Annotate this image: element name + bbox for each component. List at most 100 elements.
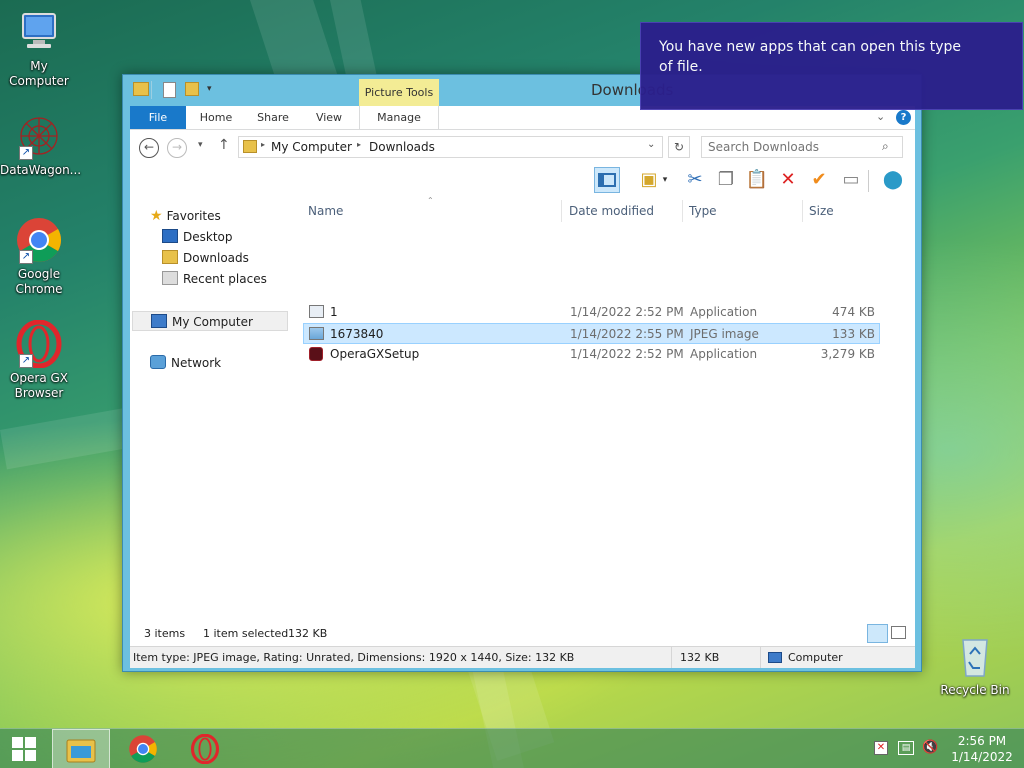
rename-icon[interactable]: ▭ xyxy=(838,167,864,193)
folder-options-dropdown-icon[interactable]: ▾ xyxy=(658,167,672,193)
volume-muted-icon[interactable]: 🔇 xyxy=(922,740,938,755)
tab-view[interactable]: View xyxy=(300,106,358,129)
file-row[interactable]: OperaGXSetup 1/14/2022 2:52 PM Applicati… xyxy=(304,344,879,365)
column-header-type[interactable]: Type xyxy=(685,200,803,222)
network-status-icon[interactable]: ▤ xyxy=(898,741,914,755)
nav-recent-places[interactable]: Recent places xyxy=(162,269,267,289)
paste-icon[interactable]: 📋 xyxy=(744,167,770,193)
desktop-icon-label: Recycle Bin xyxy=(940,683,1010,697)
clock[interactable]: 2:56 PM 1/14/2022 xyxy=(950,733,1014,765)
breadcrumb-separator-icon: ▸ xyxy=(261,140,266,149)
column-header-name[interactable]: Name xyxy=(304,200,562,222)
breadcrumb-separator-icon: ▸ xyxy=(357,140,362,149)
shortcut-arrow-icon: ↗ xyxy=(19,354,33,368)
new-apps-notification[interactable]: You have new apps that can open this typ… xyxy=(640,22,1023,110)
details-view-icon[interactable] xyxy=(867,624,888,643)
recent-locations-icon[interactable]: ▾ xyxy=(198,140,203,150)
file-explorer-icon xyxy=(66,739,96,763)
file-row[interactable]: 1673840 1/14/2022 2:55 PM JPEG image 133… xyxy=(303,323,880,344)
application-icon xyxy=(309,305,324,318)
copy-icon[interactable]: ❐ xyxy=(713,167,739,193)
desktop-icon-recycle-bin[interactable]: Recycle Bin xyxy=(936,632,1014,698)
computer-icon xyxy=(151,314,167,328)
desktop-folder-icon xyxy=(162,229,178,243)
large-icons-view-icon[interactable] xyxy=(891,626,906,639)
nav-downloads[interactable]: Downloads xyxy=(162,248,249,268)
datawagon-icon: ↗ xyxy=(15,112,63,160)
tab-file[interactable]: File xyxy=(130,106,186,129)
tab-share[interactable]: Share xyxy=(246,106,300,129)
recent-places-icon xyxy=(162,271,178,285)
breadcrumb-downloads[interactable]: Downloads xyxy=(369,140,435,154)
computer-icon xyxy=(15,8,63,56)
opera-gx-icon xyxy=(190,733,220,765)
checkmark-icon[interactable]: ✔ xyxy=(806,167,832,193)
taskbar-opera-gx[interactable] xyxy=(176,729,234,768)
tab-home[interactable]: Home xyxy=(186,106,246,129)
file-row[interactable]: 1 1/14/2022 2:52 PM Application 474 KB xyxy=(304,302,879,323)
search-icon[interactable]: ⌕ xyxy=(882,139,889,154)
taskbar-chrome[interactable] xyxy=(114,729,172,768)
desktop-icon-label: DataWagon... xyxy=(0,163,82,177)
new-folder-icon[interactable] xyxy=(185,82,199,96)
chrome-icon: ↗ xyxy=(15,216,63,264)
details-bar: Item type: JPEG image, Rating: Unrated, … xyxy=(130,646,915,668)
taskbar-file-explorer[interactable] xyxy=(52,729,110,768)
cut-icon[interactable]: ✂ xyxy=(682,167,708,193)
clock-date: 1/14/2022 xyxy=(951,750,1013,764)
folder-icon xyxy=(243,140,257,153)
chrome-icon xyxy=(129,735,157,763)
delete-icon[interactable]: ✕ xyxy=(775,167,801,193)
clock-time: 2:56 PM xyxy=(957,734,1007,748)
address-dropdown-icon[interactable]: ⌄ xyxy=(647,139,655,150)
shell-icon[interactable]: ⬤ xyxy=(880,167,906,193)
details-location: Computer xyxy=(788,651,843,664)
downloads-folder-icon xyxy=(162,250,178,264)
image-file-icon xyxy=(309,327,324,340)
preview-pane-icon[interactable] xyxy=(594,167,620,193)
help-icon[interactable]: ? xyxy=(896,110,911,125)
address-bar[interactable]: ▸ My Computer ▸ Downloads ⌄ xyxy=(238,136,663,158)
content-area: ★ Favorites Desktop Downloads Recent plac… xyxy=(130,196,915,622)
contextual-tab-group: Picture Tools xyxy=(359,79,439,106)
desktop-icon-label: Google Chrome xyxy=(15,267,63,296)
nav-network[interactable]: Network xyxy=(150,353,221,373)
opera-gx-setup-icon xyxy=(309,347,323,361)
customize-qat-icon[interactable]: ▾ xyxy=(207,84,212,94)
action-center-flag-icon[interactable]: ✕ xyxy=(874,741,888,755)
selected-size: 132 KB xyxy=(288,627,328,640)
shortcut-arrow-icon: ↗ xyxy=(19,250,33,264)
command-toolbar: ▣ ▾ ✂ ❐ 📋 ✕ ✔ ▭ ⬤ xyxy=(130,164,915,196)
explorer-window[interactable]: ▾ Picture Tools Downloads File Home Shar… xyxy=(122,74,922,672)
up-icon[interactable]: ↑ xyxy=(218,137,230,153)
desktop-icon-label: My Computer xyxy=(9,59,69,88)
desktop-icon-opera-gx[interactable]: ↗ Opera GX Browser xyxy=(0,319,78,401)
back-icon[interactable]: ← xyxy=(139,138,159,158)
desktop-icon-my-computer[interactable]: My Computer xyxy=(0,8,78,89)
column-header-date-modified[interactable]: Date modified xyxy=(565,200,683,222)
desktop-icon-datawagon[interactable]: ↗ DataWagon... xyxy=(0,112,82,178)
details-size: 132 KB xyxy=(680,651,720,664)
column-header-size[interactable]: Size xyxy=(805,200,883,222)
notification-text: You have new apps that can open this typ… xyxy=(659,39,962,75)
nav-desktop[interactable]: Desktop xyxy=(162,227,233,247)
breadcrumb-my-computer[interactable]: My Computer xyxy=(271,140,352,154)
nav-favorites[interactable]: ★ Favorites xyxy=(150,206,221,226)
properties-icon[interactable] xyxy=(163,82,176,98)
desktop-icon-google-chrome[interactable]: ↗ Google Chrome xyxy=(0,216,78,297)
star-icon: ★ xyxy=(150,208,163,224)
tab-manage[interactable]: Manage xyxy=(359,106,439,129)
search-box[interactable]: ⌕ xyxy=(701,136,903,158)
refresh-icon[interactable]: ↻ xyxy=(668,136,690,158)
taskbar: ✕ ▤ 🔇 2:56 PM 1/14/2022 xyxy=(0,728,1024,768)
opera-gx-icon: ↗ xyxy=(15,319,63,369)
windows-logo-icon xyxy=(12,737,36,761)
nav-my-computer[interactable]: My Computer xyxy=(132,311,288,331)
search-input[interactable] xyxy=(708,139,878,155)
forward-icon[interactable]: → xyxy=(167,138,187,158)
ribbon-collapse-icon[interactable]: ⌄ xyxy=(876,110,885,123)
start-button[interactable] xyxy=(0,729,48,768)
details-info: Item type: JPEG image, Rating: Unrated, … xyxy=(133,651,575,664)
computer-icon xyxy=(768,652,782,663)
item-count: 3 items xyxy=(144,627,186,640)
